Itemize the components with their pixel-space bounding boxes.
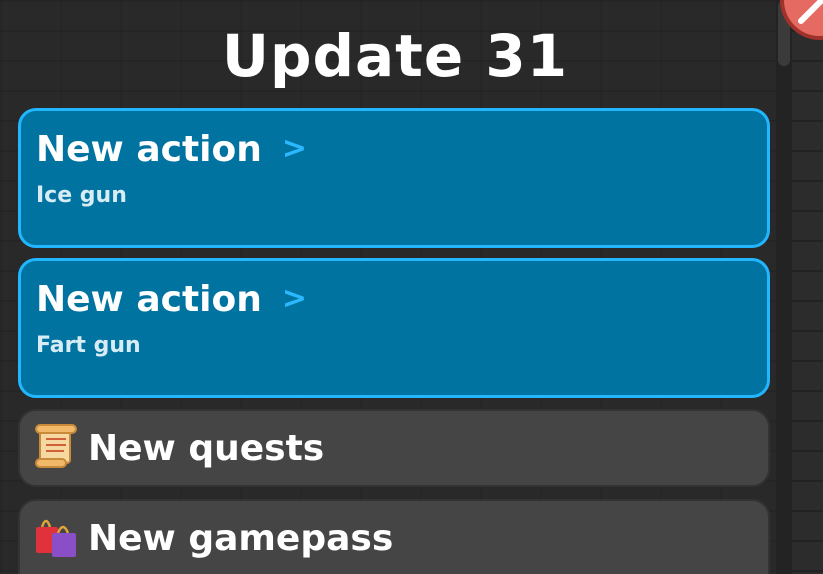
section-new-gamepass[interactable]: New gamepass xyxy=(18,499,770,574)
close-icon xyxy=(798,0,823,24)
section-heading: New gamepass xyxy=(88,518,394,559)
chevron-right-icon: > xyxy=(281,131,308,166)
game-screen: Update 31 New action > Ice gun New action… xyxy=(0,0,823,574)
chevron-right-icon: > xyxy=(281,281,308,316)
section-new-quests[interactable]: New quests xyxy=(18,409,770,487)
action-card-heading: New action > xyxy=(36,279,307,320)
action-card-heading-text: New action xyxy=(36,279,262,320)
scrollbar-track[interactable] xyxy=(776,0,792,574)
action-card-heading-text: New action xyxy=(36,129,262,170)
action-card-ice-gun[interactable]: New action > Ice gun xyxy=(18,108,770,248)
section-heading: New quests xyxy=(88,428,325,469)
shopping-bags-icon xyxy=(34,513,78,559)
action-card-fart-gun[interactable]: New action > Fart gun xyxy=(18,258,770,398)
update-title: Update 31 xyxy=(221,22,569,90)
action-card-subtitle: Fart gun xyxy=(36,333,141,358)
scroll-icon xyxy=(34,423,78,469)
action-card-subtitle: Ice gun xyxy=(36,183,127,208)
action-card-heading: New action > xyxy=(36,129,307,170)
